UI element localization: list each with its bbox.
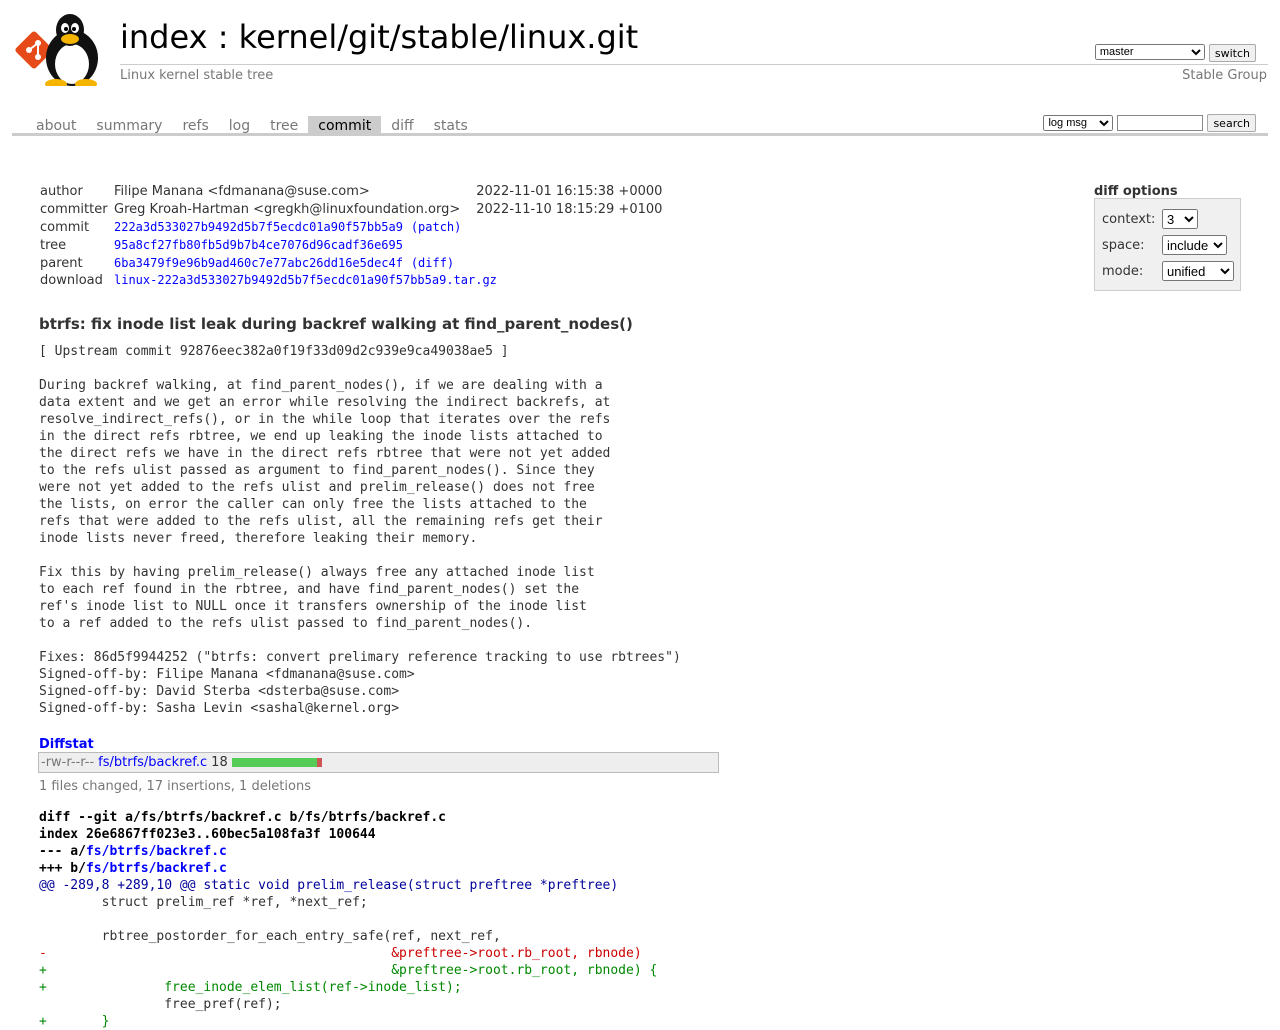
tux-logo-icon — [15, 14, 98, 89]
plus-file-link[interactable]: fs/btrfs/backref.c — [86, 861, 227, 876]
diff-minus-line: --- a/fs/btrfs/backref.c — [39, 843, 657, 860]
switch-button[interactable]: switch — [1208, 44, 1256, 62]
parent-diff-link[interactable]: (diff) — [411, 256, 454, 270]
diff-line-add: + free_inode_elem_list(ref->inode_list); — [39, 980, 462, 995]
download-value: linux-222a3d533027b9492d5b7f5ecdc01a90f5… — [112, 272, 664, 290]
search-type-select[interactable]: log msg — [1043, 115, 1114, 131]
parent-row: parent 6ba3479f9e96b9ad460c7e77abc26dd16… — [38, 254, 664, 272]
search-button[interactable]: search — [1207, 114, 1256, 132]
diff-line-add: + &preftree->root.rb_root, rbnode) { — [39, 963, 658, 978]
space-label: space: — [1102, 237, 1145, 253]
commit-message: [ Upstream commit 92876eec382a0f19f33d09… — [39, 344, 681, 716]
diff-line-ctx: free_pref(ref); — [39, 997, 282, 1012]
commit-info-table: author Filipe Manana <fdmanana@suse.com>… — [38, 183, 664, 290]
author-date: 2022-11-01 16:15:38 +0000 — [476, 184, 663, 200]
header-divider — [120, 64, 1268, 65]
committer-label: committer — [40, 202, 108, 218]
diffstat-change-count: 18 — [211, 755, 228, 770]
file-mode: -rw-r--r-- — [41, 755, 95, 770]
diff-line-ctx — [39, 911, 657, 928]
mode-select[interactable]: unified — [1162, 261, 1234, 281]
diffstat-graph — [231, 758, 322, 767]
context-label: context: — [1102, 211, 1156, 227]
diff-lines: struct prelim_ref *ref, *next_ref; rbtre… — [39, 894, 657, 1030]
index-link[interactable]: index — [120, 18, 208, 56]
tree-value: 95a8cf27fb80fb5d9b7b4ce7076d96cadf36e695 — [112, 236, 664, 254]
committer-value: Greg Kroah-Hartman <gregkh@linuxfoundati… — [114, 202, 461, 218]
parent-value: 6ba3479f9e96b9ad460c7e77abc26dd16e5dec4f… — [112, 254, 664, 272]
diffstat-summary: 1 files changed, 17 insertions, 1 deleti… — [39, 779, 311, 794]
commit-hash-link[interactable]: 222a3d533027b9492d5b7f5ecdc01a90f57bb5a9 — [114, 220, 403, 234]
repo-description: Linux kernel stable tree — [120, 68, 274, 83]
search-form: log msg search — [1043, 114, 1256, 132]
mode-option-row: mode: unified — [1102, 261, 1234, 281]
repo-link[interactable]: kernel/git/stable/linux.git — [239, 18, 639, 56]
download-link[interactable]: linux-222a3d533027b9492d5b7f5ecdc01a90f5… — [114, 273, 497, 287]
repo-owner: Stable Group — [1182, 68, 1267, 83]
diff-line-del: - &preftree->root.rb_root, rbnode) — [39, 946, 642, 961]
author-label: author — [40, 184, 83, 200]
author-value: Filipe Manana <fdmanana@suse.com> — [114, 184, 370, 200]
download-label: download — [40, 273, 103, 289]
insertions-bar — [231, 758, 317, 767]
parent-label: parent — [40, 255, 83, 271]
tabs-divider — [12, 133, 1268, 136]
commit-label: commit — [40, 219, 90, 235]
deletions-bar — [316, 758, 322, 767]
diff-options-title: diff options — [1094, 184, 1178, 199]
author-row: author Filipe Manana <fdmanana@suse.com>… — [38, 183, 664, 201]
diffstat-header-link[interactable]: Diffstat — [39, 737, 94, 752]
plus-prefix: +++ b/ — [39, 861, 86, 876]
minus-prefix: --- a/ — [39, 844, 86, 859]
tree-hash-link[interactable]: 95a8cf27fb80fb5d9b7b4ce7076d96cadf36e695 — [114, 238, 403, 252]
title-separator: : — [207, 18, 239, 56]
diff-hunk-header: @@ -289,8 +289,10 @@ static void prelim_… — [39, 878, 619, 893]
diff-view: diff --git a/fs/btrfs/backref.c b/fs/btr… — [39, 809, 657, 1030]
mode-label: mode: — [1102, 263, 1144, 279]
commit-subject: btrfs: fix inode list leak during backre… — [39, 315, 633, 333]
minus-file-link[interactable]: fs/btrfs/backref.c — [86, 844, 227, 859]
commit-row: commit 222a3d533027b9492d5b7f5ecdc01a90f… — [38, 219, 664, 237]
diff-line-ctx: rbtree_postorder_for_each_entry_safe(ref… — [39, 929, 501, 944]
download-row: download linux-222a3d533027b9492d5b7f5ec… — [38, 272, 664, 290]
committer-date: 2022-11-10 18:15:29 +0100 — [476, 202, 663, 218]
diff-options-panel: context: 3 space: include mode: unified — [1094, 198, 1241, 291]
diff-plus-line: +++ b/fs/btrfs/backref.c — [39, 860, 657, 877]
tree-row: tree 95a8cf27fb80fb5d9b7b4ce7076d96cadf3… — [38, 236, 664, 254]
branch-switch-form: master switch — [1094, 44, 1256, 62]
diff-index-line: index 26e6867ff023e3..60bec5a108fa3f 100… — [39, 827, 376, 842]
search-input[interactable] — [1117, 115, 1204, 131]
diff-line-add: + } — [39, 1014, 110, 1029]
tree-label: tree — [40, 237, 67, 253]
branch-select[interactable]: master — [1094, 44, 1205, 60]
diffstat-file-link[interactable]: fs/btrfs/backref.c — [94, 755, 207, 770]
patch-link[interactable]: (patch) — [411, 220, 462, 234]
page-title: index : kernel/git/stable/linux.git — [120, 18, 638, 56]
context-select[interactable]: 3 — [1162, 209, 1198, 229]
space-option-row: space: include — [1102, 235, 1227, 255]
diff-header-line: diff --git a/fs/btrfs/backref.c b/fs/btr… — [39, 810, 446, 825]
context-option-row: context: 3 — [1102, 209, 1198, 229]
commit-value: 222a3d533027b9492d5b7f5ecdc01a90f57bb5a9… — [112, 219, 664, 237]
diff-line-ctx: struct prelim_ref *ref, *next_ref; — [39, 895, 368, 910]
committer-row: committer Greg Kroah-Hartman <gregkh@lin… — [38, 201, 664, 219]
diffstat-table: -rw-r--r-- fs/btrfs/backref.c 18 — [38, 752, 719, 773]
cgit-logo[interactable] — [14, 10, 110, 89]
parent-hash-link[interactable]: 6ba3479f9e96b9ad460c7e77abc26dd16e5dec4f — [114, 256, 403, 270]
space-select[interactable]: include — [1162, 235, 1227, 255]
